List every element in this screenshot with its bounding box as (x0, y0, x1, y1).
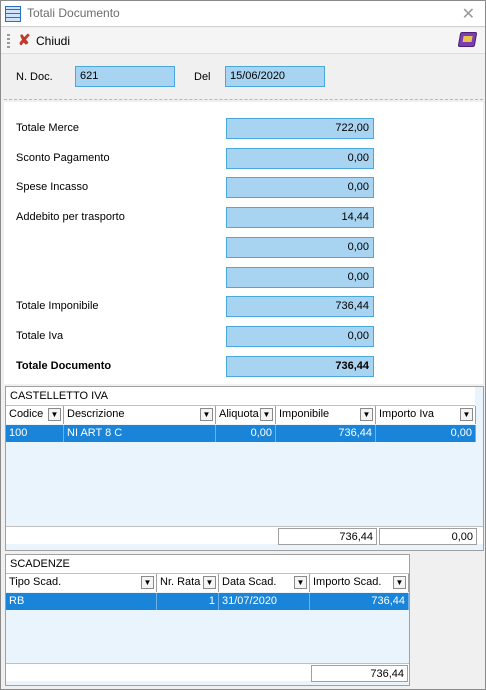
cell-descrizione: NI ART 8 C (64, 425, 216, 442)
chevron-down-icon[interactable]: ▼ (141, 576, 154, 589)
book-icon[interactable] (457, 32, 478, 47)
totali-documento-window: Totali Documento ✕ ✘ Chiudi N. Doc. 621 … (0, 0, 486, 690)
sconto-pagamento-field[interactable]: 0,00 (226, 148, 374, 169)
footer-importo-scad: 736,44 (311, 665, 408, 682)
scadenze-header: Tipo Scad. ▼ Nr. Rata ▼ Data Scad. ▼ Import… (6, 574, 409, 592)
castelletto-iva-grid: CASTELLETTO IVA Codice ▼ Descrizione ▼ Ali… (5, 386, 484, 551)
header-panel: N. Doc. 621 Del 15/06/2020 (4, 56, 483, 99)
scadenze-title: SCADENZE (6, 555, 409, 574)
totale-documento-label: Totale Documento (16, 360, 112, 372)
totals-panel: Totale Merce 722,00 Sconto Pagamento 0,0… (4, 102, 483, 384)
cell-importo-scad: 736,44 (310, 593, 409, 610)
table-row[interactable]: RB 1 31/07/2020 736,44 (6, 593, 409, 610)
addebito-trasporto-field[interactable]: 14,44 (226, 207, 374, 228)
col-tipo-scad[interactable]: Tipo Scad. ▼ (6, 574, 157, 592)
castelletto-iva-title: CASTELLETTO IVA (6, 387, 475, 406)
chevron-down-icon[interactable]: ▼ (48, 408, 61, 421)
app-icon (5, 6, 21, 22)
cell-codice: 100 (6, 425, 64, 442)
col-importo-iva[interactable]: Importo Iva ▼ (376, 406, 476, 424)
cell-imponibile: 736,44 (276, 425, 376, 442)
x-icon: ✘ (18, 32, 31, 49)
spese-incasso-label: Spese Incasso (16, 181, 89, 193)
window-title: Totali Documento (27, 6, 120, 20)
chevron-down-icon[interactable]: ▼ (200, 408, 213, 421)
chevron-down-icon[interactable]: ▼ (460, 408, 473, 421)
date-label: Del (194, 71, 211, 83)
chevron-down-icon[interactable]: ▼ (294, 576, 307, 589)
doc-number-label: N. Doc. (16, 71, 53, 83)
col-aliquota[interactable]: Aliquota ▼ (216, 406, 276, 424)
addebito-trasporto-label: Addebito per trasporto (16, 211, 125, 223)
chevron-down-icon[interactable]: ▼ (260, 408, 273, 421)
extra-field-1[interactable]: 0,00 (226, 237, 374, 258)
totale-merce-field[interactable]: 722,00 (226, 118, 374, 139)
toolbar: ✘ Chiudi (1, 28, 485, 54)
doc-number-field[interactable]: 621 (75, 66, 175, 87)
chiudi-label: Chiudi (36, 34, 71, 48)
totale-iva-field[interactable]: 0,00 (226, 326, 374, 347)
footer-importo-iva: 0,00 (379, 528, 477, 545)
cell-nr-rata: 1 (157, 593, 219, 610)
table-row[interactable]: 100 NI ART 8 C 0,00 736,44 0,00 (6, 425, 476, 442)
cell-importo-iva: 0,00 (376, 425, 476, 442)
chevron-down-icon[interactable]: ▼ (360, 408, 373, 421)
close-icon[interactable]: ✕ (462, 4, 475, 24)
chevron-down-icon[interactable]: ▼ (393, 576, 406, 589)
col-importo-scad[interactable]: Importo Scad. ▼ (310, 574, 409, 592)
totale-documento-field[interactable]: 736,44 (226, 356, 374, 377)
spese-incasso-field[interactable]: 0,00 (226, 177, 374, 198)
totale-imponibile-field[interactable]: 736,44 (226, 296, 374, 317)
divider (4, 99, 483, 100)
footer-imponibile: 736,44 (278, 528, 377, 545)
col-codice[interactable]: Codice ▼ (6, 406, 64, 424)
chevron-down-icon[interactable]: ▼ (203, 576, 216, 589)
cell-data-scad: 31/07/2020 (219, 593, 310, 610)
cell-aliquota: 0,00 (216, 425, 276, 442)
cell-tipo-scad: RB (6, 593, 157, 610)
col-descrizione[interactable]: Descrizione ▼ (64, 406, 216, 424)
col-imponibile[interactable]: Imponibile ▼ (276, 406, 376, 424)
date-field[interactable]: 15/06/2020 (225, 66, 325, 87)
totale-merce-label: Totale Merce (16, 122, 79, 134)
col-data-scad[interactable]: Data Scad. ▼ (219, 574, 310, 592)
col-nr-rata[interactable]: Nr. Rata ▼ (157, 574, 219, 592)
scadenze-grid: SCADENZE Tipo Scad. ▼ Nr. Rata ▼ Data Scad… (5, 554, 410, 686)
castelletto-footer: 736,44 0,00 (6, 526, 483, 545)
scadenze-footer: 736,44 (6, 663, 409, 682)
chiudi-button[interactable]: ✘ Chiudi (18, 32, 70, 50)
castelletto-header: Codice ▼ Descrizione ▼ Aliquota ▼ Imponibil… (6, 406, 476, 424)
totale-iva-label: Totale Iva (16, 330, 64, 342)
sconto-pagamento-label: Sconto Pagamento (16, 152, 110, 164)
extra-field-2[interactable]: 0,00 (226, 267, 374, 288)
title-bar: Totali Documento ✕ (1, 1, 485, 27)
toolbar-grip (7, 34, 10, 48)
totale-imponibile-label: Totale Imponibile (16, 300, 99, 312)
